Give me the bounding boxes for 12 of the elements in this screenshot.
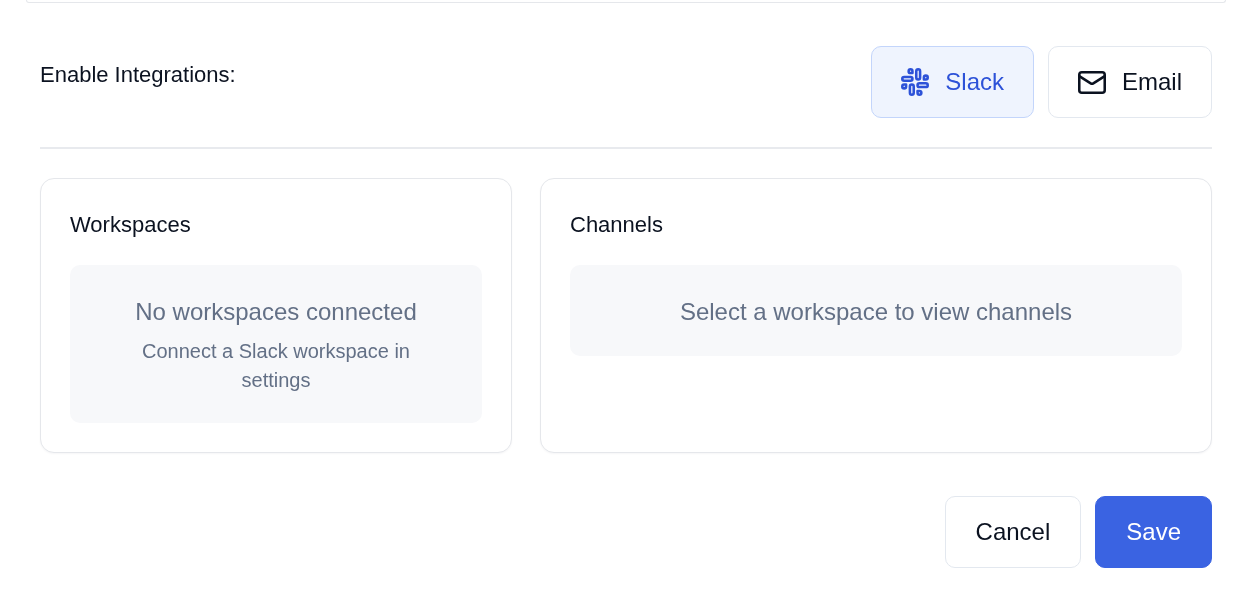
empty-state-title: No workspaces connected: [134, 297, 418, 327]
panel-title: Channels: [570, 211, 664, 239]
slack-icon: [901, 68, 930, 96]
section-label: Enable Integrations:: [40, 62, 236, 88]
cancel-button[interactable]: Cancel: [944, 496, 1082, 568]
panel-title: Workspaces: [70, 211, 192, 239]
empty-state-hint: Connect a Slack workspace in settings: [141, 339, 411, 393]
email-button[interactable]: Email: [1048, 46, 1212, 118]
save-button[interactable]: Save: [1095, 496, 1212, 568]
empty-state-title: Select a workspace to view channels: [678, 297, 1074, 327]
slack-button[interactable]: Slack: [871, 46, 1034, 118]
envelope-icon: [1078, 70, 1106, 94]
